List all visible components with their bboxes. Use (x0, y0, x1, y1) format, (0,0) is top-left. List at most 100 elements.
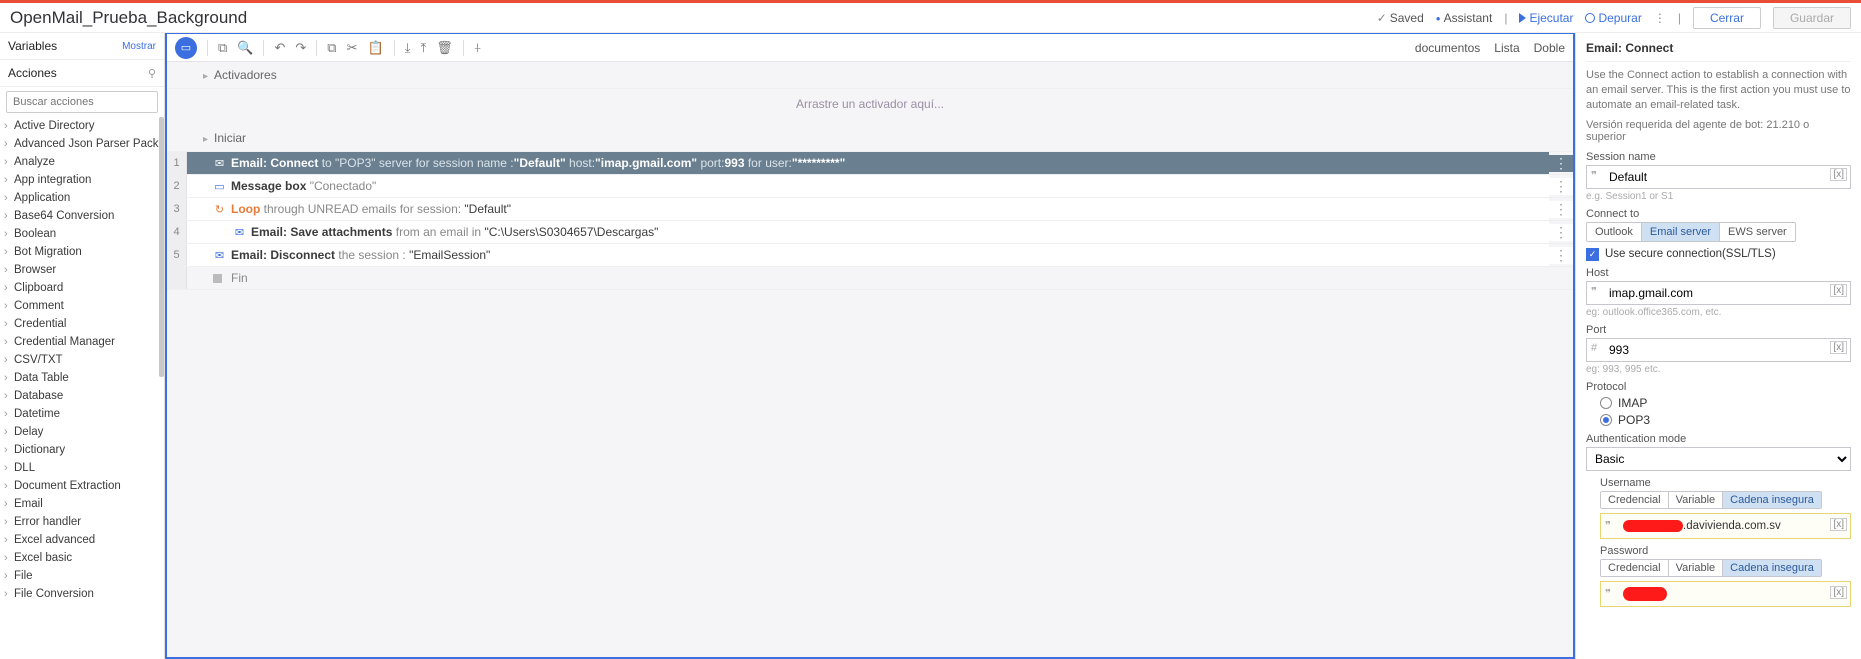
end-icon (213, 274, 222, 283)
ssl-checkbox[interactable]: ✓ Use secure connection(SSL/TLS) (1586, 248, 1851, 261)
pin-icon[interactable]: ⚲ (148, 67, 156, 80)
action-item[interactable]: Active Directory (0, 117, 164, 135)
port-input[interactable] (1586, 338, 1851, 362)
string-icon: ❞ (1605, 587, 1611, 600)
tab-variable[interactable]: Variable (1669, 560, 1724, 576)
redo-icon[interactable]: ↷ (295, 40, 306, 56)
left-panel: Variables Mostrar Acciones ⚲ Active Dire… (0, 33, 165, 659)
copy-icon[interactable]: ⧉ (327, 40, 336, 56)
username-input[interactable]: .davivienda.com.sv (1600, 513, 1851, 539)
action-item[interactable]: Database (0, 387, 164, 405)
var-picker-icon[interactable]: [x] (1830, 586, 1847, 599)
trigger-dropzone[interactable]: Arrastre un activador aquí... (167, 89, 1573, 125)
run-button[interactable]: Ejecutar (1519, 11, 1573, 25)
step-menu-icon[interactable]: ⋮ (1549, 155, 1573, 172)
step-menu-icon[interactable]: ⋮ (1549, 201, 1573, 218)
assistant-link[interactable]: Assistant (1436, 11, 1493, 25)
tab-email-server[interactable]: Email server (1642, 223, 1720, 241)
tab-credential[interactable]: Credencial (1601, 492, 1669, 508)
action-item[interactable]: Excel advanced (0, 531, 164, 549)
flow-step[interactable]: 1 ✉ Email: Connect to "POP3" server for … (167, 152, 1573, 175)
flow-step[interactable]: 4 ✉ Email: Save attachments from an emai… (167, 221, 1573, 244)
download-icon[interactable]: ⤓ (405, 40, 411, 56)
prop-title: Email: Connect (1586, 39, 1851, 62)
flow-step[interactable]: 3 ↻ Loop through UNREAD emails for sessi… (167, 198, 1573, 221)
more-menu-icon[interactable] (1654, 11, 1666, 25)
step-menu-icon[interactable]: ⋮ (1549, 178, 1573, 195)
session-name-input[interactable] (1586, 165, 1851, 189)
var-picker-icon[interactable]: [x] (1830, 284, 1847, 297)
start-header[interactable]: Iniciar (214, 131, 246, 145)
scrollbar-thumb[interactable] (159, 117, 164, 377)
paste-icon[interactable]: 📋 (368, 40, 384, 56)
delete-icon[interactable]: 🗑 (436, 40, 453, 56)
protocol-imap-radio[interactable]: IMAP (1600, 396, 1851, 410)
action-item[interactable]: App integration (0, 171, 164, 189)
action-item[interactable]: Analyze (0, 153, 164, 171)
action-item[interactable]: Clipboard (0, 279, 164, 297)
triggers-header[interactable]: Activadores (214, 68, 277, 82)
record-icon[interactable]: ▭ (175, 37, 197, 59)
action-item[interactable]: Boolean (0, 225, 164, 243)
properties-panel: Email: Connect Use the Connect action to… (1575, 33, 1861, 659)
email-icon: ✉ (213, 249, 226, 261)
action-item[interactable]: Credential Manager (0, 333, 164, 351)
action-item[interactable]: Error handler (0, 513, 164, 531)
disable-icon[interactable]: ⍭ (474, 40, 482, 56)
tab-insecure-string[interactable]: Cadena insegura (1723, 560, 1821, 576)
protocol-pop3-radio[interactable]: POP3 (1600, 413, 1851, 427)
action-search-input[interactable] (6, 91, 158, 113)
action-item[interactable]: Comment (0, 297, 164, 315)
action-item[interactable]: Delay (0, 423, 164, 441)
search-icon[interactable]: 🔍 (237, 40, 253, 56)
var-picker-icon[interactable]: [x] (1830, 518, 1847, 531)
action-item[interactable]: Data Table (0, 369, 164, 387)
view-list[interactable]: Lista (1494, 41, 1519, 55)
tab-ews-server[interactable]: EWS server (1720, 223, 1795, 241)
action-item[interactable]: File Conversion (0, 585, 164, 603)
nav-icon[interactable]: ⧉ (218, 40, 227, 56)
action-item[interactable]: Advanced Json Parser Package (0, 135, 164, 153)
flow-step[interactable]: 2 ▭ Message box "Conectado" ⋮ (167, 175, 1573, 198)
action-item[interactable]: Application (0, 189, 164, 207)
variables-show-link[interactable]: Mostrar (122, 41, 156, 52)
action-item[interactable]: Base64 Conversion (0, 207, 164, 225)
action-item[interactable]: Dictionary (0, 441, 164, 459)
action-list[interactable]: Active Directory Advanced Json Parser Pa… (0, 117, 164, 659)
var-picker-icon[interactable]: [x] (1830, 168, 1847, 181)
host-input[interactable] (1586, 281, 1851, 305)
upload-icon[interactable]: ⤒ (420, 40, 426, 56)
string-icon: ❞ (1605, 519, 1611, 532)
debug-button[interactable]: Depurar (1585, 11, 1641, 25)
action-item[interactable]: DLL (0, 459, 164, 477)
action-item[interactable]: Browser (0, 261, 164, 279)
action-item[interactable]: Email (0, 495, 164, 513)
step-menu-icon[interactable]: ⋮ (1549, 224, 1573, 241)
action-item[interactable]: File (0, 567, 164, 585)
close-button[interactable]: Cerrar (1693, 7, 1761, 29)
undo-icon[interactable]: ↶ (274, 40, 285, 56)
tab-insecure-string[interactable]: Cadena insegura (1723, 492, 1821, 508)
action-item[interactable]: Document Extraction (0, 477, 164, 495)
view-double[interactable]: Doble (1534, 41, 1565, 55)
view-docs[interactable]: documentos (1415, 41, 1480, 55)
save-button[interactable]: Guardar (1773, 7, 1851, 29)
tab-variable[interactable]: Variable (1669, 492, 1724, 508)
cut-icon[interactable]: ✂ (347, 40, 358, 56)
messagebox-icon: ▭ (213, 180, 226, 192)
action-item[interactable]: Bot Migration (0, 243, 164, 261)
actions-header: Acciones (8, 66, 57, 80)
tab-outlook[interactable]: Outlook (1587, 223, 1642, 241)
tab-credential[interactable]: Credencial (1601, 560, 1669, 576)
auth-mode-select[interactable]: Basic (1586, 447, 1851, 471)
password-input[interactable] (1600, 581, 1851, 607)
action-item[interactable]: Excel basic (0, 549, 164, 567)
page-title: OpenMail_Prueba_Background (10, 8, 247, 28)
saved-status: Saved (1377, 11, 1424, 25)
step-menu-icon[interactable]: ⋮ (1549, 247, 1573, 264)
var-picker-icon[interactable]: [x] (1830, 341, 1847, 354)
flow-step[interactable]: 5 ✉ Email: Disconnect the session : "Ema… (167, 244, 1573, 267)
action-item[interactable]: Credential (0, 315, 164, 333)
action-item[interactable]: Datetime (0, 405, 164, 423)
action-item[interactable]: CSV/TXT (0, 351, 164, 369)
